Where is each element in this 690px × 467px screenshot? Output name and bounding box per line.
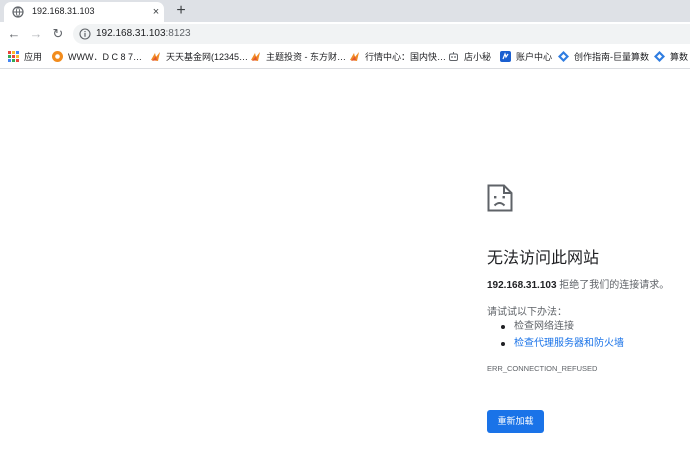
globe-icon — [12, 6, 24, 18]
suggestion-item: 检查代理服务器和防火墙 — [499, 335, 624, 352]
sad-page-icon — [487, 184, 513, 212]
suggestion-check-network: 检查网络连接 — [514, 321, 574, 332]
bullet-icon — [501, 325, 505, 329]
suggestions-list: 检查网络连接 检查代理服务器和防火墙 — [499, 318, 624, 352]
reload-button[interactable]: 重新加载 — [487, 410, 544, 433]
forward-icon[interactable]: → — [28, 26, 44, 42]
reload-icon[interactable]: ↻ — [50, 26, 66, 42]
back-icon[interactable]: ← — [6, 26, 22, 42]
tab-title: 192.168.31.103 — [32, 6, 95, 16]
suggestion-item: 检查网络连接 — [499, 318, 624, 335]
url-port: :8123 — [165, 28, 191, 39]
bookmark-tiantian-fund[interactable]: 天天基金网(12345… — [150, 50, 248, 64]
bookmark-theme-invest[interactable]: 主题投资 - 东方财… — [250, 50, 346, 64]
error-detail: 192.168.31.103 拒绝了我们的连接请求。 — [487, 276, 669, 291]
tab-active[interactable]: 192.168.31.103 × — [4, 2, 164, 22]
bookmark-label: 算数 — [670, 52, 689, 62]
bookmark-creation-guide[interactable]: 创作指南-巨量算数 — [558, 50, 649, 64]
url-text[interactable]: 192.168.31.103:8123 — [96, 28, 191, 39]
flame-icon — [350, 52, 359, 61]
bookmark-suanshu[interactable]: 算数 — [654, 50, 688, 64]
bookmark-label: 账户中心 — [516, 52, 553, 62]
bookmark-market-center[interactable]: 行情中心：国内快… — [349, 50, 446, 64]
diamond-icon — [654, 51, 665, 62]
bookmark-dc87[interactable]: WWW．D C 8 7… — [52, 50, 142, 64]
bookmark-apps[interactable]: 应用 — [8, 50, 42, 64]
apps-grid-icon — [8, 51, 19, 62]
flame-icon — [151, 52, 160, 61]
address-bar[interactable]: 192.168.31.103:8123 — [73, 24, 690, 44]
flame-icon — [251, 52, 260, 61]
bookmark-account-center[interactable]: 账户中心 — [500, 50, 552, 64]
info-icon[interactable] — [79, 28, 91, 40]
circle-logo-icon — [52, 51, 63, 62]
tab-close-icon[interactable]: × — [150, 6, 162, 18]
bookmark-label: 行情中心：国内快… — [365, 52, 447, 62]
error-title: 无法访问此网站 — [487, 250, 600, 267]
bookmark-label: 主题投资 - 东方财… — [266, 52, 346, 62]
suggestion-check-proxy-link[interactable]: 检查代理服务器和防火墙 — [514, 338, 624, 349]
account-icon — [500, 51, 511, 62]
bookmark-label: 店小秘 — [464, 52, 492, 62]
error-code: ERR_CONNECTION_REFUSED — [487, 364, 598, 373]
error-detail-text: 拒绝了我们的连接请求。 — [556, 280, 670, 291]
bookmark-dianxiaomi[interactable]: 店小秘 — [448, 50, 491, 64]
toolbar: ← → ↻ 192.168.31.103:8123 — [0, 22, 690, 46]
bookmark-label: 应用 — [24, 52, 43, 62]
tab-strip: 192.168.31.103 × + — [0, 0, 690, 22]
diamond-icon — [558, 51, 569, 62]
url-host: 192.168.31.103 — [96, 28, 166, 39]
robot-icon — [449, 52, 458, 61]
bookmark-label: WWW．D C 8 7… — [68, 52, 142, 62]
error-host: 192.168.31.103 — [487, 280, 557, 291]
bookmarks-bar: 应用 WWW．D C 8 7… 天天基金网(12345… 主题投资 - 东方财…… — [0, 46, 690, 69]
suggestions-intro: 请试试以下办法： — [487, 307, 567, 318]
bookmark-label: 创作指南-巨量算数 — [574, 52, 649, 62]
bullet-icon — [501, 342, 505, 346]
bookmark-label: 天天基金网(12345… — [166, 52, 249, 62]
new-tab-icon[interactable]: + — [172, 2, 190, 20]
